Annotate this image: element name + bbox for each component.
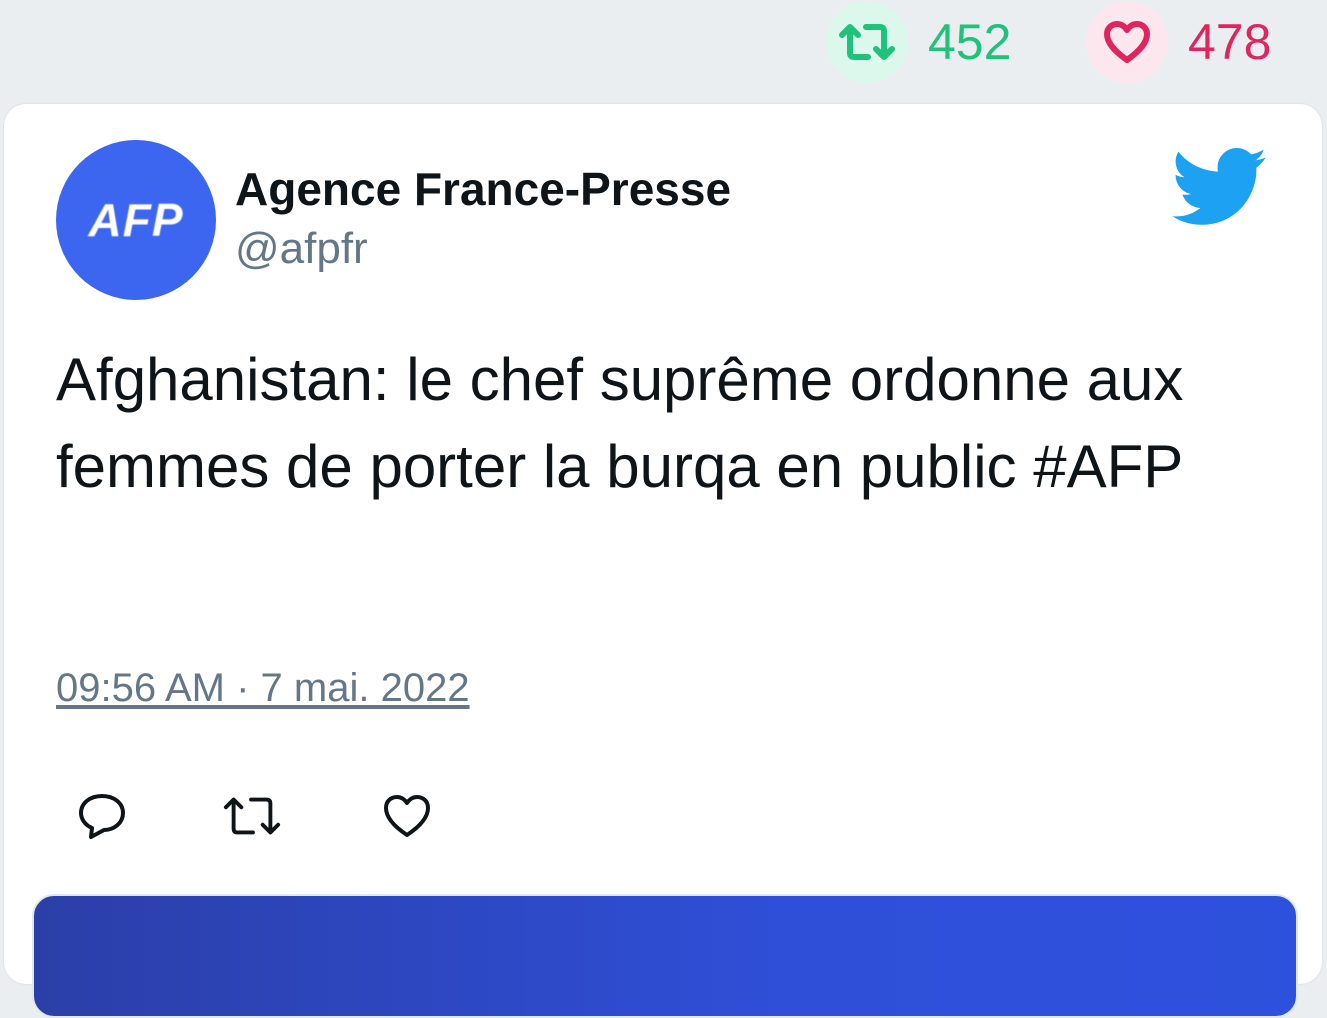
retweet-stat[interactable]: 452 (826, 1, 1012, 83)
reply-button[interactable] (72, 786, 132, 846)
twitter-bird-icon[interactable] (1172, 148, 1268, 228)
avatar-logo-text: AFP (88, 194, 184, 246)
author-name[interactable]: Agence France-Presse (235, 162, 731, 216)
tweet-card: AFP Agence France-Presse @afpfr Afghanis… (4, 104, 1322, 1018)
like-stat-icon-bubble[interactable] (1086, 1, 1168, 83)
reply-icon (79, 794, 125, 839)
retweet-stat-icon-bubble[interactable] (826, 1, 908, 83)
retweet-count: 452 (928, 14, 1012, 70)
like-count: 478 (1188, 14, 1272, 70)
heart-icon (384, 795, 430, 837)
avatar[interactable]: AFP (56, 140, 216, 300)
engagement-stats-bar: 452 478 (0, 0, 1327, 100)
retweet-icon (839, 24, 895, 60)
like-button[interactable] (377, 786, 437, 846)
retweet-icon (223, 797, 281, 835)
tweet-text: Afghanistan: le chef suprême ordonne aux… (56, 346, 1184, 500)
retweet-button[interactable] (222, 786, 282, 846)
heart-icon (1104, 21, 1150, 63)
like-stat[interactable]: 478 (1086, 1, 1272, 83)
tweet-timestamp-link[interactable]: 09:56 AM · 7 mai. 2022 (56, 666, 470, 711)
tweet-media-preview[interactable] (32, 894, 1298, 1018)
tweet-actions (72, 786, 437, 846)
author-handle[interactable]: @afpfr (235, 224, 368, 274)
